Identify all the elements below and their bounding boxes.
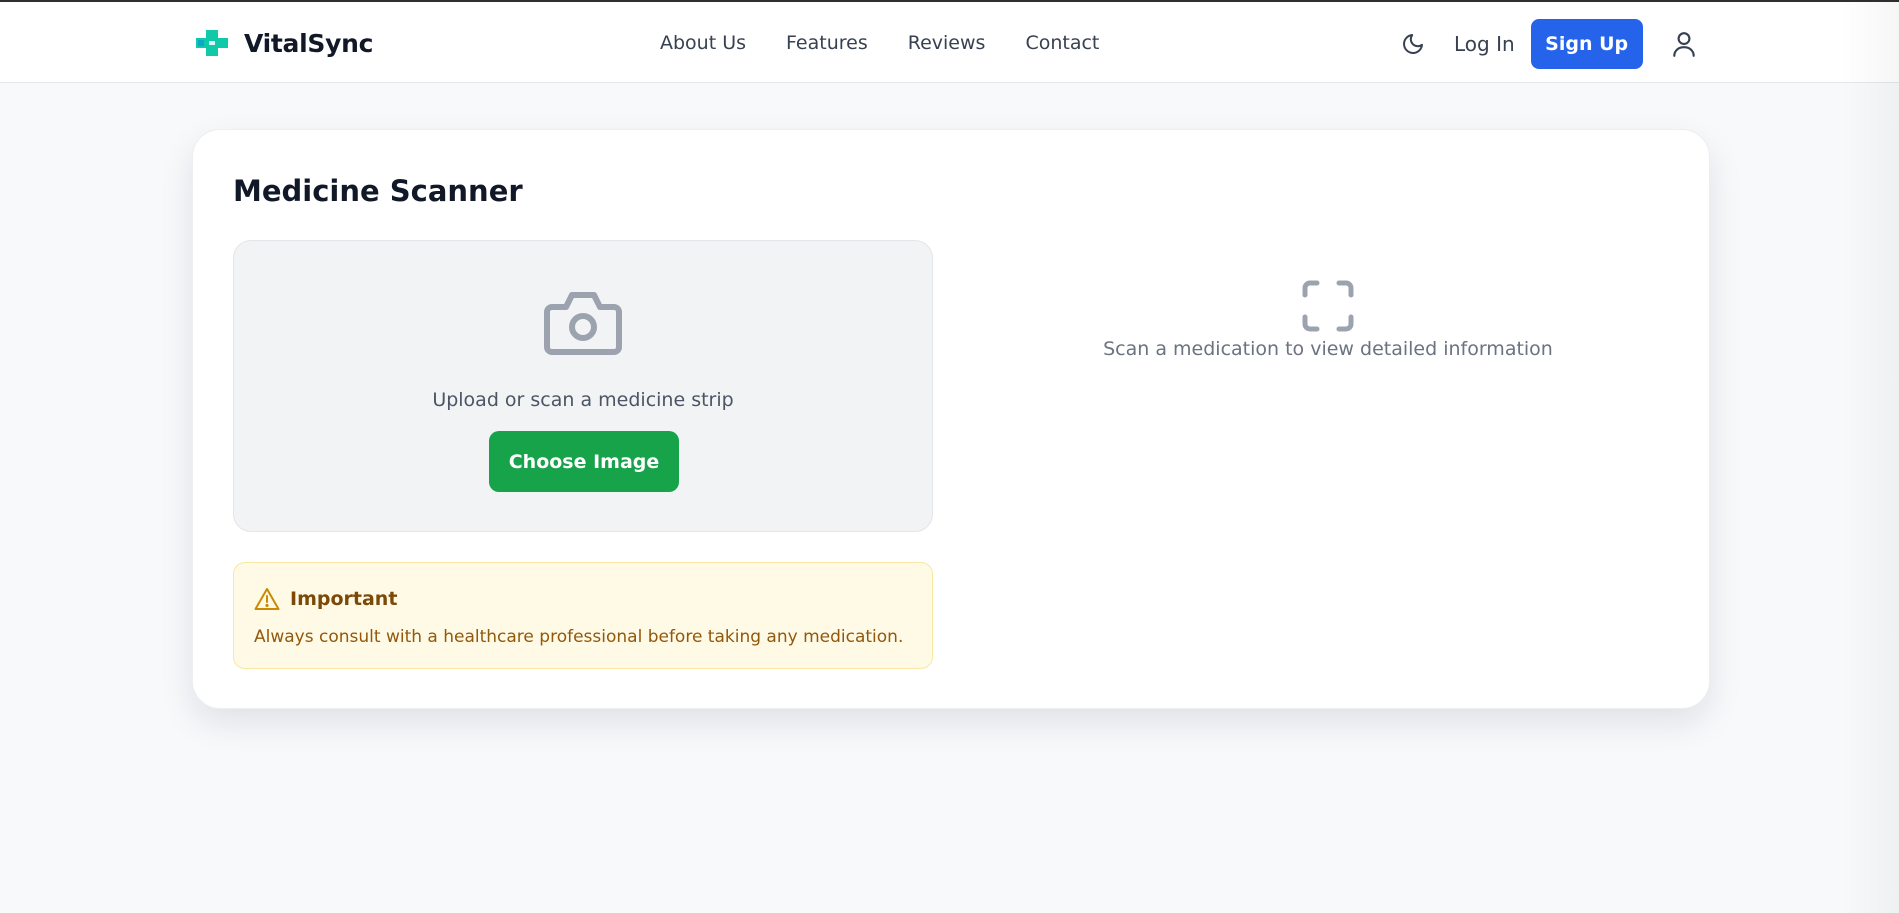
top-navbar: VitalSync About Us Features Reviews Cont… (0, 2, 1899, 83)
notice-title: Important (290, 588, 398, 610)
notice-header: Important (254, 587, 397, 611)
right-edge-shadow (1839, 0, 1899, 913)
nav-link-contact[interactable]: Contact (1025, 32, 1099, 54)
notice-text: Always consult with a healthcare profess… (254, 627, 904, 647)
user-icon (1672, 32, 1695, 57)
choose-image-button[interactable]: Choose Image (489, 431, 679, 492)
upload-instructions: Upload or scan a medicine strip (432, 389, 734, 411)
result-placeholder-text: Scan a medication to view detailed infor… (1103, 338, 1553, 360)
upload-dropzone[interactable]: Upload or scan a medicine strip Choose I… (233, 240, 933, 532)
scan-frame-icon (1302, 280, 1354, 332)
nav-actions: Log In Sign Up (1398, 19, 1699, 69)
camera-icon (544, 292, 622, 355)
important-notice: Important Always consult with a healthca… (233, 562, 933, 669)
theme-toggle-button[interactable] (1398, 29, 1428, 59)
nav-link-reviews[interactable]: Reviews (908, 32, 986, 54)
main-nav: About Us Features Reviews Contact (660, 32, 1099, 54)
brand[interactable]: VitalSync (194, 28, 373, 58)
alert-triangle-icon (254, 588, 280, 610)
login-link[interactable]: Log In (1454, 32, 1515, 56)
page-title: Medicine Scanner (233, 174, 523, 208)
brand-name: VitalSync (244, 28, 374, 58)
nav-link-about-us[interactable]: About Us (660, 32, 746, 54)
medical-cross-icon (196, 30, 228, 56)
nav-link-features[interactable]: Features (786, 32, 868, 54)
signup-button[interactable]: Sign Up (1530, 19, 1643, 69)
profile-button[interactable] (1669, 29, 1699, 59)
moon-icon (1403, 34, 1423, 54)
medicine-scanner-card: Medicine Scanner Upload or scan a medici… (192, 129, 1710, 709)
